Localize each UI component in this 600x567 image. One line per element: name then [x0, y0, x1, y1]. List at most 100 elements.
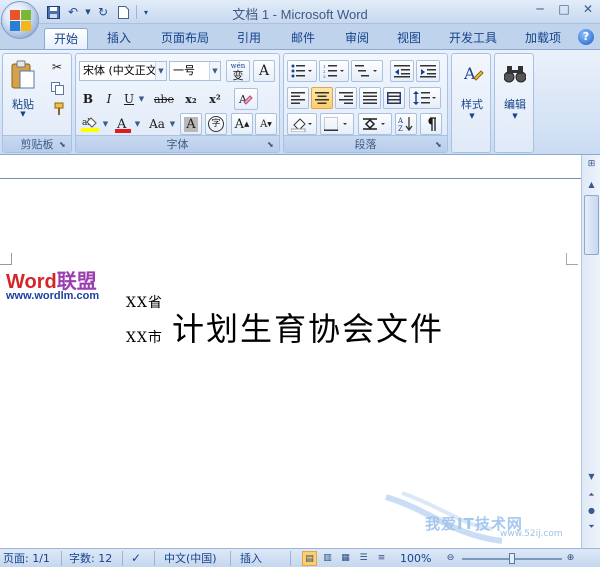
zoom-slider-thumb[interactable]: [509, 553, 515, 564]
scroll-thumb[interactable]: [584, 195, 599, 255]
superscript-button[interactable]: x²: [204, 89, 226, 109]
bold-button[interactable]: B: [79, 89, 97, 109]
tab-page-layout[interactable]: 页面布局: [152, 28, 218, 50]
font-size-combo[interactable]: 一号 ▼: [169, 61, 221, 81]
binoculars-icon[interactable]: [501, 60, 529, 88]
browse-object-icon[interactable]: ●: [584, 503, 599, 518]
multilevel-list-icon[interactable]: [351, 60, 383, 82]
bullets-icon[interactable]: [287, 60, 317, 82]
web-layout-icon[interactable]: ▦: [338, 551, 353, 566]
styles-icon[interactable]: A: [458, 60, 486, 88]
tab-references[interactable]: 引用: [228, 28, 270, 50]
status-page[interactable]: 页面: 1/1: [3, 551, 50, 566]
watermark-url: www.wordlm.com: [6, 290, 100, 302]
tab-mailings[interactable]: 邮件: [282, 28, 324, 50]
borders-icon[interactable]: [320, 113, 354, 135]
phonetic-guide-char: 变: [232, 69, 244, 82]
chevron-down-icon[interactable]: ▼: [155, 62, 166, 80]
print-layout-icon[interactable]: ▤: [302, 551, 317, 566]
underline-button[interactable]: U: [121, 89, 137, 109]
italic-button[interactable]: I: [100, 89, 118, 109]
tab-add-ins[interactable]: 加载项: [517, 28, 569, 50]
close-icon[interactable]: ✕: [580, 2, 596, 16]
phonetic-guide-button[interactable]: wén 变: [226, 60, 250, 82]
increase-indent-icon[interactable]: [416, 60, 440, 82]
styles-group[interactable]: A 样式 ▼: [451, 53, 491, 153]
highlight-dropdown-icon[interactable]: ▼: [101, 114, 110, 134]
zoom-out-icon[interactable]: ⊖: [443, 551, 458, 566]
char-border-button[interactable]: A: [253, 60, 275, 82]
clipboard-launcher-icon[interactable]: ⬊: [59, 140, 68, 149]
vertical-scrollbar[interactable]: ⊞ ▲ ▼ ⏶ ● ⏷: [581, 155, 600, 548]
office-button[interactable]: [1, 1, 39, 39]
ruler-toggle-icon[interactable]: ⊞: [584, 157, 599, 172]
proofing-check-icon[interactable]: ✓: [131, 551, 141, 566]
tab-review[interactable]: 审阅: [336, 28, 378, 50]
zoom-in-icon[interactable]: ⊕: [563, 551, 578, 566]
doc-title-text[interactable]: 计划生育协会文件: [172, 304, 444, 350]
draft-icon[interactable]: ≡: [374, 551, 389, 566]
underline-dropdown-icon[interactable]: ▼: [137, 89, 146, 109]
subscript-button[interactable]: x₂: [180, 89, 202, 109]
tab-home[interactable]: 开始: [44, 28, 88, 50]
paragraph-launcher-icon[interactable]: ⬊: [435, 140, 444, 149]
horizontal-ruler[interactable]: [0, 155, 581, 179]
grow-font-letter: A: [234, 116, 244, 132]
enclose-chars-button[interactable]: 字: [205, 113, 227, 135]
change-case-button[interactable]: Aa: [146, 114, 168, 134]
justify-icon[interactable]: [359, 87, 381, 109]
editing-group[interactable]: 编辑 ▼: [494, 53, 534, 153]
tab-developer[interactable]: 开发工具: [441, 28, 505, 50]
align-center-icon[interactable]: [311, 87, 333, 109]
cut-icon[interactable]: ✂: [47, 58, 67, 76]
change-case-dropdown-icon[interactable]: ▼: [168, 114, 177, 134]
numbering-icon[interactable]: 123: [319, 60, 349, 82]
clipboard-group: 粘贴 ▼ ✂ 剪贴板 ⬊: [2, 53, 72, 153]
align-left-icon[interactable]: [287, 87, 309, 109]
zoom-level[interactable]: 100%: [400, 551, 431, 566]
highlight-icon[interactable]: ab: [79, 114, 101, 134]
doc-line-province[interactable]: XX省: [126, 292, 163, 312]
minimize-icon[interactable]: ─: [532, 2, 548, 16]
font-color-icon[interactable]: A: [113, 114, 133, 134]
strikethrough-button[interactable]: abe: [150, 89, 178, 109]
distributed-icon[interactable]: [383, 87, 405, 109]
shading-icon[interactable]: [287, 113, 317, 135]
format-painter-icon[interactable]: [47, 100, 67, 118]
full-screen-reading-icon[interactable]: ▥: [320, 551, 335, 566]
help-icon[interactable]: ?: [578, 29, 594, 45]
scroll-down-icon[interactable]: ▼: [584, 469, 599, 484]
align-right-icon[interactable]: [335, 87, 357, 109]
status-language[interactable]: 中文(中国): [164, 551, 217, 566]
font-name-combo[interactable]: 宋体 (中文正文) ▼: [79, 61, 167, 81]
chevron-down-icon[interactable]: ▼: [209, 62, 220, 80]
paste-icon[interactable]: [7, 58, 39, 92]
document-area[interactable]: Word联盟 www.wordlm.com XX省 XX市 计划生育协会文件 我…: [0, 155, 600, 548]
copy-icon[interactable]: [47, 79, 67, 97]
maximize-icon[interactable]: □: [556, 2, 572, 16]
status-word-count[interactable]: 字数: 12: [69, 551, 112, 566]
chinese-layout-icon[interactable]: [358, 113, 392, 135]
office-logo-icon: [10, 10, 32, 32]
clear-formatting-icon[interactable]: A: [234, 88, 258, 110]
status-insert-mode[interactable]: 插入: [240, 551, 262, 566]
tab-view[interactable]: 视图: [388, 28, 430, 50]
scroll-up-icon[interactable]: ▲: [584, 177, 599, 192]
shrink-font-icon[interactable]: A ▼: [255, 113, 277, 135]
show-marks-icon[interactable]: [420, 113, 442, 135]
grow-font-icon[interactable]: A ▲: [231, 113, 253, 135]
next-page-icon[interactable]: ⏷: [584, 519, 599, 534]
line-spacing-icon[interactable]: [409, 87, 441, 109]
font-color-dropdown-icon[interactable]: ▼: [133, 114, 142, 134]
font-launcher-icon[interactable]: ⬊: [267, 140, 276, 149]
paste-dropdown-icon[interactable]: ▼: [5, 110, 41, 118]
editing-dropdown-icon[interactable]: ▼: [495, 112, 535, 120]
char-shading-icon[interactable]: A: [180, 113, 202, 135]
sort-icon[interactable]: AZ: [395, 113, 417, 135]
outline-icon[interactable]: ☰: [356, 551, 371, 566]
tab-insert[interactable]: 插入: [98, 28, 140, 50]
prev-page-icon[interactable]: ⏶: [584, 487, 599, 502]
styles-dropdown-icon[interactable]: ▼: [452, 112, 492, 120]
doc-line-city[interactable]: XX市: [126, 327, 163, 347]
decrease-indent-icon[interactable]: [390, 60, 414, 82]
